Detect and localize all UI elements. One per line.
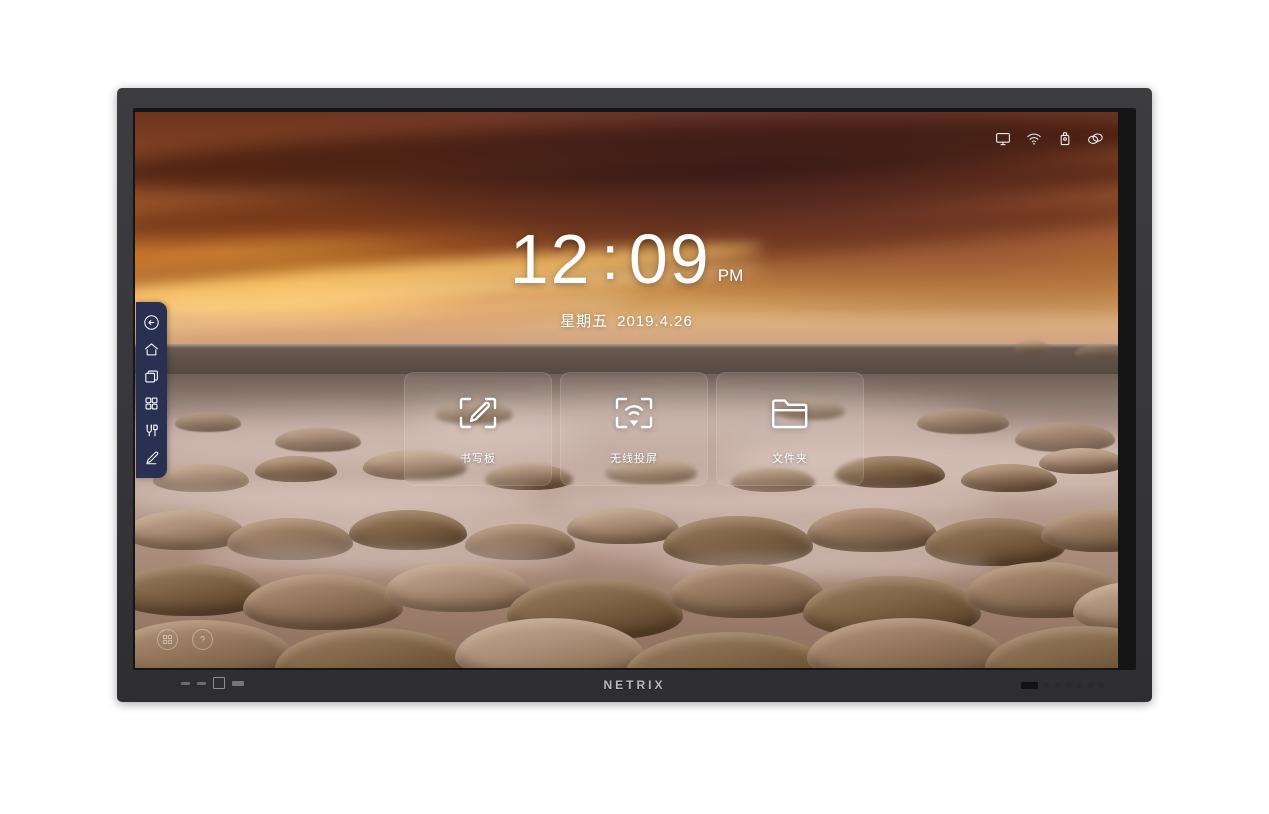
sidebar-item-back[interactable] — [141, 311, 163, 333]
wallpaper-rock — [1039, 448, 1118, 474]
wallpaper-rock — [1015, 340, 1049, 354]
wallpaper-fog-streak — [135, 484, 535, 510]
bezel-port-1 — [1044, 682, 1049, 689]
app-tile-row: 书写板 无线投屏 文件夹 — [404, 372, 864, 486]
apps-circle-icon[interactable] — [157, 629, 178, 650]
bezel-indicator-dash-2 — [197, 681, 206, 685]
clock-date: 2019.4.26 — [617, 313, 693, 330]
tile-label: 无线投屏 — [610, 453, 658, 465]
bezel-port-5 — [1088, 682, 1093, 689]
screenshot-root: NETRIX 12: 09 PM 星期五 2019.4.26 书写板 无线投屏… — [0, 0, 1269, 814]
clock-hours: 12 — [509, 220, 592, 298]
folder-icon — [767, 392, 813, 434]
clock-time-row: 12 : 09 PM — [135, 224, 1118, 294]
wifi-icon[interactable] — [1025, 130, 1042, 147]
sidebar-item-annotate[interactable] — [141, 447, 163, 469]
wallpaper-sea-sheen — [135, 344, 1118, 348]
clock-ampm: PM — [717, 266, 744, 285]
whiteboard-pen-icon — [455, 392, 501, 434]
sidebar-item-recents[interactable] — [141, 365, 163, 387]
clock-widget: 12 : 09 PM 星期五 2019.4.26 — [135, 224, 1118, 331]
display-screen: 12 : 09 PM 星期五 2019.4.26 书写板 无线投屏 文件夹 — [135, 112, 1118, 668]
tile-whiteboard[interactable]: 书写板 — [404, 372, 552, 486]
corner-buttons — [157, 629, 213, 650]
display-monitor-icon[interactable] — [994, 130, 1011, 147]
wallpaper-rock — [275, 428, 361, 452]
link-loop-icon[interactable] — [1087, 130, 1104, 147]
sidebar-item-apps[interactable] — [141, 393, 163, 415]
wireless-cast-icon — [611, 392, 657, 434]
clock-weekday: 星期五 — [560, 313, 609, 330]
help-circle-icon[interactable] — [192, 629, 213, 650]
wallpaper-rock — [917, 408, 1009, 434]
bezel-port-main — [1021, 682, 1038, 689]
bezel-indicator-square — [213, 677, 225, 689]
sidebar-item-tools[interactable] — [141, 420, 163, 442]
bezel-indicator-bar — [232, 680, 244, 686]
wallpaper-rock — [1015, 422, 1115, 452]
tile-wireless-cast[interactable]: 无线投屏 — [560, 372, 708, 486]
tile-label: 书写板 — [460, 453, 496, 465]
usb-drive-icon[interactable] — [1056, 130, 1073, 147]
sidebar-item-home[interactable] — [141, 338, 163, 360]
bezel-port-6 — [1099, 682, 1104, 689]
bezel-port-3 — [1066, 682, 1071, 689]
tile-folder[interactable]: 文件夹 — [716, 372, 864, 486]
bezel-right-ports — [1021, 682, 1104, 689]
tile-label: 文件夹 — [772, 453, 808, 465]
wallpaper-rock — [255, 456, 337, 482]
wallpaper-rock — [175, 412, 241, 432]
bezel-left-indicators — [181, 677, 244, 689]
clock-colon: : — [601, 224, 619, 293]
clock-minutes: 09 — [628, 220, 711, 298]
device-brand-logo: NETRIX — [603, 678, 666, 692]
status-bar — [994, 130, 1104, 147]
bezel-port-4 — [1077, 682, 1082, 689]
side-dock — [136, 302, 167, 478]
bezel-port-2 — [1055, 682, 1060, 689]
clock-date-row: 星期五 2019.4.26 — [135, 310, 1118, 331]
wallpaper-rock — [567, 508, 679, 544]
bezel-indicator-dash-1 — [181, 681, 190, 685]
wallpaper-rock — [1075, 344, 1118, 359]
wallpaper-fog-streak — [195, 548, 575, 570]
